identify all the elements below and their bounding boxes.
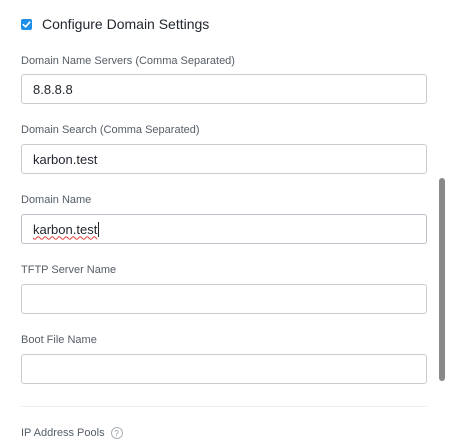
boot-file-name-label: Boot File Name: [21, 334, 97, 346]
configure-domain-checkbox[interactable]: [21, 18, 32, 30]
domain-search-value: karbon.test: [33, 151, 98, 167]
ip-address-pools-header: IP Address Pools ?: [21, 427, 123, 439]
configure-domain-settings-row[interactable]: Configure Domain Settings: [21, 16, 209, 32]
checkmark-icon: [22, 20, 31, 28]
domain-name-value: karbon.test: [33, 221, 98, 237]
tftp-server-name-input[interactable]: [21, 284, 427, 314]
boot-file-name-input[interactable]: [21, 354, 427, 384]
text-caret: [98, 221, 100, 237]
tftp-server-name-label: TFTP Server Name: [21, 264, 117, 276]
domain-name-label: Domain Name: [21, 194, 92, 206]
domain-name-servers-label: Domain Name Servers (Comma Separated): [21, 55, 235, 67]
domain-search-input[interactable]: karbon.test: [21, 144, 427, 174]
domain-name-servers-value: 8.8.8.8: [33, 81, 73, 97]
domain-name-input[interactable]: karbon.test: [21, 214, 427, 244]
ip-address-pools-label: IP Address Pools: [21, 427, 105, 439]
configure-domain-label: Configure Domain Settings: [42, 16, 210, 32]
scrollbar-thumb[interactable]: [439, 178, 445, 381]
domain-search-label: Domain Search (Comma Separated): [21, 124, 200, 136]
domain-name-servers-input[interactable]: 8.8.8.8: [21, 74, 427, 104]
help-icon[interactable]: ?: [110, 427, 123, 439]
section-divider: [21, 406, 427, 407]
